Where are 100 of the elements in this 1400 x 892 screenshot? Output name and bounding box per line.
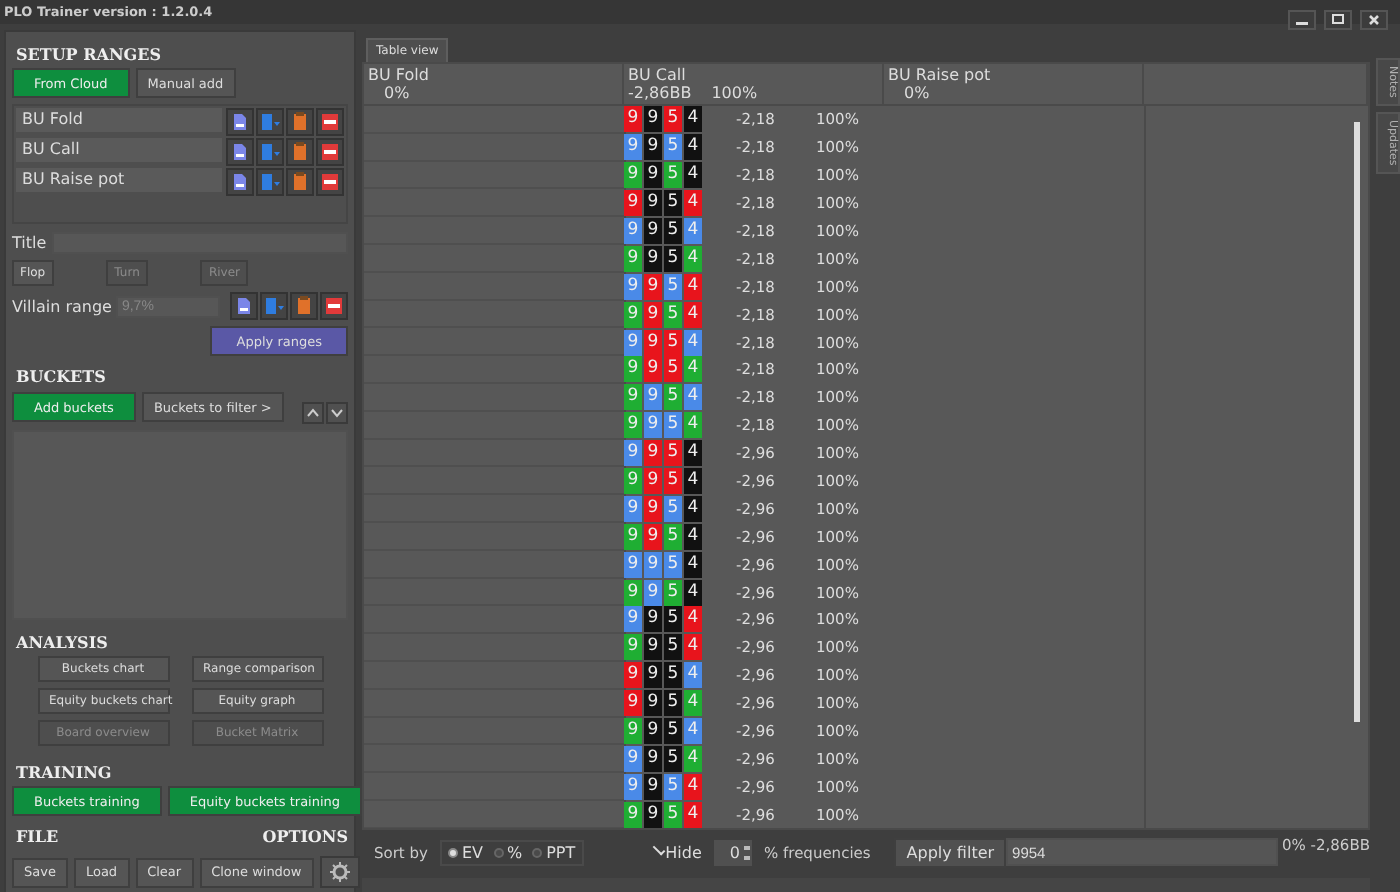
card: 4 xyxy=(684,134,702,161)
document-icon[interactable] xyxy=(226,108,254,136)
card: 9 xyxy=(644,551,662,578)
card: 4 xyxy=(684,356,702,383)
card: 9 xyxy=(644,440,662,467)
card: 9 xyxy=(624,662,642,689)
range-name[interactable]: BU Raise pot xyxy=(16,168,222,192)
card: 5 xyxy=(664,440,682,467)
card: 9 xyxy=(644,218,662,244)
card: 9 xyxy=(624,690,642,717)
apply-filter-button[interactable]: Apply filter xyxy=(894,837,1007,867)
card: 4 xyxy=(684,273,702,300)
card: 9 xyxy=(644,773,662,800)
card: 4 xyxy=(684,662,702,689)
card: 4 xyxy=(684,551,702,578)
remove-icon[interactable] xyxy=(319,292,348,320)
card: 9 xyxy=(644,245,662,272)
card: 5 xyxy=(664,412,682,439)
card: 5 xyxy=(664,190,682,217)
card: 5 xyxy=(664,606,682,633)
column-name: BU Call xyxy=(628,66,688,84)
card: 9 xyxy=(624,718,642,745)
number-spinner[interactable]: 0 xyxy=(713,839,752,865)
remove-icon[interactable] xyxy=(316,138,344,166)
card: 9 xyxy=(624,356,642,383)
card: 9 xyxy=(644,412,662,439)
range-name[interactable]: BU Call xyxy=(16,138,222,162)
card: 4 xyxy=(684,106,702,133)
card: 5 xyxy=(664,551,682,578)
sort-radio[interactable]: PPT xyxy=(532,843,576,861)
card: 4 xyxy=(684,245,702,272)
card: 9 xyxy=(644,634,662,661)
card: 5 xyxy=(664,495,682,522)
card: 4 xyxy=(684,773,702,800)
card: 5 xyxy=(664,329,682,356)
section-heading: BUCKETS xyxy=(16,366,108,386)
document-icon[interactable] xyxy=(226,168,254,196)
card: 9 xyxy=(624,440,642,467)
card: 4 xyxy=(684,218,702,244)
maximize-icon[interactable] xyxy=(1324,10,1352,30)
villain-range-label: Villain range xyxy=(12,297,112,315)
card: 4 xyxy=(684,412,702,439)
card: 5 xyxy=(664,301,682,328)
card: 9 xyxy=(624,551,642,578)
card: 4 xyxy=(684,384,702,411)
range-name[interactable]: BU Fold xyxy=(16,108,222,132)
card: 9 xyxy=(624,329,642,356)
card: 9 xyxy=(624,606,642,633)
card: 9 xyxy=(644,495,662,522)
card: 9 xyxy=(624,190,642,217)
settings-icon[interactable] xyxy=(319,856,360,888)
card: 4 xyxy=(684,634,702,661)
card: 5 xyxy=(664,745,682,772)
card: 9 xyxy=(644,468,662,495)
card: 9 xyxy=(624,134,642,161)
card: 5 xyxy=(664,523,682,550)
column-name: BU Raise pot xyxy=(888,66,993,84)
card: 4 xyxy=(684,190,702,217)
card: 5 xyxy=(664,218,682,244)
card: 9 xyxy=(644,162,662,189)
hide-checkbox[interactable]: Hide xyxy=(655,843,702,861)
card: 9 xyxy=(624,801,642,828)
card: 9 xyxy=(624,218,642,244)
close-icon[interactable] xyxy=(1360,10,1388,30)
column-percent: 100% xyxy=(711,84,758,102)
card: 5 xyxy=(664,273,682,300)
card: 5 xyxy=(664,773,682,800)
card: 5 xyxy=(664,106,682,133)
card: 9 xyxy=(644,662,662,689)
card: 9 xyxy=(624,495,642,522)
card: 9 xyxy=(644,801,662,828)
card: 9 xyxy=(624,745,642,772)
document-icon[interactable] xyxy=(226,138,254,166)
card: 9 xyxy=(624,245,642,272)
card: 9 xyxy=(644,384,662,411)
card: 9 xyxy=(644,106,662,133)
sort-radio[interactable]: EV xyxy=(447,843,483,861)
card: 9 xyxy=(644,690,662,717)
card: 9 xyxy=(644,329,662,356)
card: 5 xyxy=(664,579,682,606)
document-icon[interactable] xyxy=(229,292,258,320)
card: 9 xyxy=(624,523,642,550)
sort-radio[interactable]: % xyxy=(493,843,523,861)
clipboard-icon[interactable] xyxy=(286,108,314,136)
card: 9 xyxy=(624,773,642,800)
minimize-icon[interactable] xyxy=(1288,10,1316,30)
card: 9 xyxy=(644,273,662,300)
section-heading: SETUP RANGES xyxy=(16,44,163,64)
card: 4 xyxy=(684,690,702,717)
clipboard-icon[interactable] xyxy=(289,292,318,320)
card: 5 xyxy=(664,384,682,411)
clipboard-icon[interactable] xyxy=(286,168,314,196)
card: 5 xyxy=(664,134,682,161)
remove-icon[interactable] xyxy=(316,168,344,196)
card: 9 xyxy=(644,745,662,772)
column-percent: 0% xyxy=(382,84,410,102)
clipboard-icon[interactable] xyxy=(286,138,314,166)
remove-icon[interactable] xyxy=(316,108,344,136)
card: 9 xyxy=(644,301,662,328)
column-name: BU Fold xyxy=(368,66,431,84)
